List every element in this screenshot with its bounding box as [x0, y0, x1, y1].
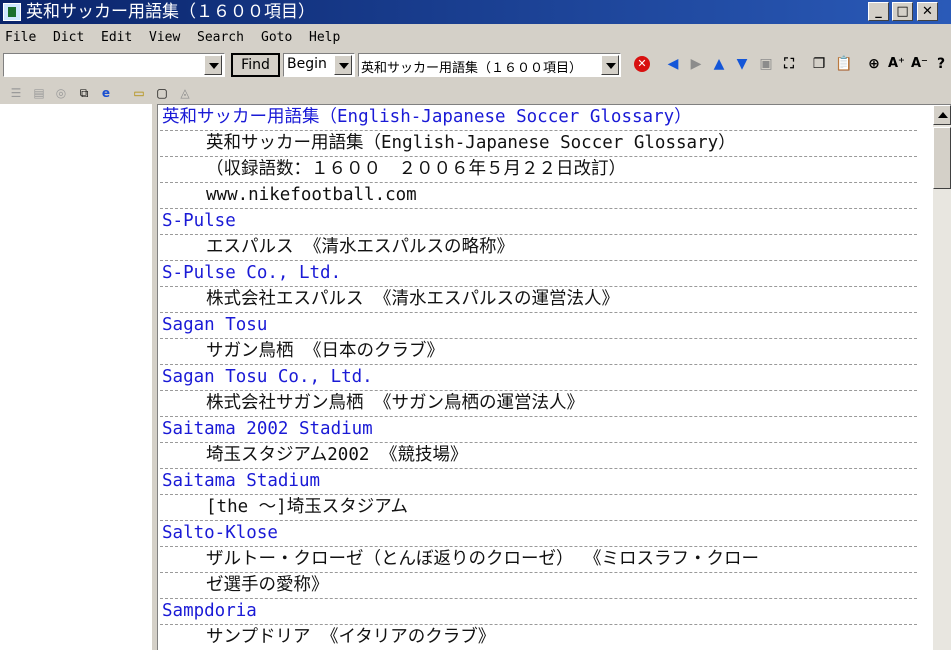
- window-title: 英和サッカー用語集（１６００項目）: [26, 2, 315, 22]
- scroll-up-button[interactable]: [933, 105, 951, 125]
- font-decrease-icon[interactable]: A⁻: [911, 56, 928, 72]
- definition-line: エスパルス 《清水エスパルスの略称》: [160, 235, 917, 261]
- headword[interactable]: 英和サッカー用語集（English-Japanese Soccer Glossa…: [160, 105, 917, 131]
- headword[interactable]: Sagan Tosu Co., Ltd.: [160, 365, 917, 391]
- arrow-left-icon[interactable]: ◀: [665, 56, 681, 72]
- match-mode-dropdown[interactable]: [334, 55, 352, 75]
- headword[interactable]: S-Pulse Co., Ltd.: [160, 261, 917, 287]
- headword[interactable]: Salto-Klose: [160, 521, 917, 547]
- tree-icon[interactable]: ☰: [8, 85, 24, 101]
- index-pane[interactable]: [0, 104, 152, 650]
- copy-icon[interactable]: ❐: [811, 56, 827, 72]
- menu-view[interactable]: View: [149, 30, 180, 45]
- maximize-button[interactable]: □: [892, 2, 913, 21]
- secondary-toolbar: ☰ ▤ ◎ ⧉ e ▭ ▢ ◬: [0, 82, 951, 104]
- arrow-right-icon[interactable]: ▶: [688, 56, 704, 72]
- definition-line: ザルトー・クローゼ（とんぼ返りのクローゼ） 《ミロスラフ・クロー: [160, 547, 917, 573]
- note-icon[interactable]: ▭: [131, 85, 147, 101]
- menu-file[interactable]: File: [5, 30, 36, 45]
- menu-edit[interactable]: Edit: [101, 30, 132, 45]
- image-icon[interactable]: ▤: [31, 85, 47, 101]
- arrow-down-icon[interactable]: ▼: [734, 56, 750, 72]
- stop-icon[interactable]: ✕: [634, 56, 650, 72]
- browser-icon[interactable]: e: [98, 85, 114, 101]
- window-icon[interactable]: ⧉: [76, 85, 92, 101]
- find-button[interactable]: Find: [231, 53, 280, 77]
- headword[interactable]: Sampdoria: [160, 599, 917, 625]
- content-pane[interactable]: 英和サッカー用語集（English-Japanese Soccer Glossa…: [157, 104, 951, 650]
- definition-line: 株式会社サガン鳥栖 《サガン鳥栖の運営法人》: [160, 391, 917, 417]
- menu-help[interactable]: Help: [309, 30, 340, 45]
- search-input[interactable]: [3, 53, 225, 77]
- dictionary-value: 英和サッカー用語集（１６００項目）: [361, 61, 583, 76]
- match-mode-value: Begin: [287, 56, 327, 72]
- fullscreen-icon[interactable]: ⛶: [781, 56, 797, 72]
- dictionary-select[interactable]: 英和サッカー用語集（１６００項目）: [358, 53, 621, 77]
- definition-line: ゼ選手の愛称》: [160, 573, 917, 599]
- help-icon[interactable]: ?: [933, 56, 949, 72]
- arrow-up-icon[interactable]: ▲: [711, 56, 727, 72]
- menu-goto[interactable]: Goto: [261, 30, 292, 45]
- eraser-icon[interactable]: ◬: [177, 85, 193, 101]
- find-button-label: Find: [241, 57, 270, 73]
- vertical-scrollbar[interactable]: [933, 105, 951, 650]
- headword[interactable]: S-Pulse: [160, 209, 917, 235]
- minimize-button[interactable]: _: [868, 2, 889, 21]
- definition-line: 埼玉スタジアム2002 《競技場》: [160, 443, 917, 469]
- menu-search[interactable]: Search: [197, 30, 244, 45]
- dictionary-dropdown[interactable]: [601, 55, 619, 75]
- definition-line: [the ～]埼玉スタジアム: [160, 495, 917, 521]
- definition-line: www.nikefootball.com: [160, 183, 917, 209]
- sound-icon[interactable]: ◎: [53, 85, 69, 101]
- comment-icon[interactable]: ▢: [154, 85, 170, 101]
- scroll-thumb[interactable]: [933, 127, 951, 189]
- title-bar: 英和サッカー用語集（１６００項目） _ □ ✕: [0, 0, 951, 24]
- paste-icon[interactable]: 📋: [835, 56, 852, 72]
- zoom-icon[interactable]: ⊕: [866, 56, 882, 72]
- headword[interactable]: Saitama 2002 Stadium: [160, 417, 917, 443]
- definition-line: （収録語数：１６００ ２００６年５月２２日改訂）: [160, 157, 917, 183]
- main-toolbar: Begin 英和サッカー用語集（１６００項目） ✕ ◀ ▶ ▲ ▼ ▣ ⛶ ❐ …: [0, 50, 951, 80]
- search-history-dropdown[interactable]: [204, 55, 222, 75]
- definition-line: 株式会社エスパルス 《清水エスパルスの運営法人》: [160, 287, 917, 313]
- headword[interactable]: Saitama Stadium: [160, 469, 917, 495]
- font-increase-icon[interactable]: A⁺: [888, 56, 905, 72]
- definition-line: 英和サッカー用語集（English-Japanese Soccer Glossa…: [160, 131, 917, 157]
- close-button[interactable]: ✕: [917, 2, 938, 21]
- headword[interactable]: Sagan Tosu: [160, 313, 917, 339]
- menu-bar: File Dict Edit View Search Goto Help: [0, 28, 951, 48]
- definition-line: サガン鳥栖 《日本のクラブ》: [160, 339, 917, 365]
- page-icon[interactable]: ▣: [758, 56, 774, 72]
- app-icon[interactable]: [3, 3, 21, 21]
- menu-dict[interactable]: Dict: [53, 30, 84, 45]
- definition-line: サンプドリア 《イタリアのクラブ》: [160, 625, 917, 650]
